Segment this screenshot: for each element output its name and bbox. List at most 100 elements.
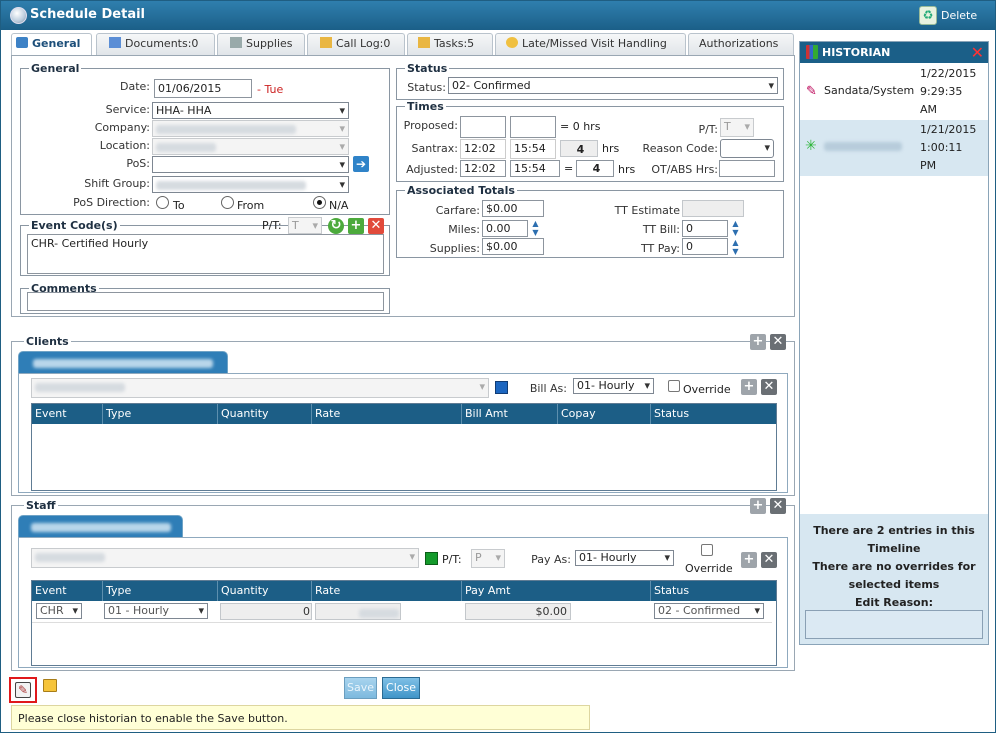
tt-bill-label: TT Bill: <box>642 223 680 236</box>
reason-code-select[interactable] <box>720 139 774 158</box>
carfare-field[interactable]: $0.00 <box>482 200 544 217</box>
staff-override-label: Override <box>685 562 733 575</box>
recycle-bin-icon[interactable]: ♻ <box>919 6 937 25</box>
status-select[interactable]: 02- Confirmed <box>448 77 778 94</box>
proposed-end-field[interactable] <box>510 116 556 138</box>
shift-group-select[interactable] <box>152 176 349 193</box>
tab-late-missed[interactable]: Late/Missed Visit Handling <box>495 33 686 55</box>
location-select[interactable] <box>152 138 349 155</box>
direction-na-radio[interactable] <box>313 196 326 209</box>
arrow-right-icon[interactable]: ➔ <box>353 156 369 172</box>
historian-entry[interactable]: ✎ Sandata/System 1/22/2015 9:29:35 AM <box>800 65 988 120</box>
tt-pay-spinner-icon[interactable]: ▲ ▼ <box>730 238 741 257</box>
staff-row-status-select[interactable]: 02 - Confirmed <box>654 603 764 619</box>
otabs-field[interactable] <box>719 160 775 177</box>
tab-call-log[interactable]: Call Log:0 <box>307 33 405 55</box>
add-event-button[interactable]: + <box>348 218 364 234</box>
client-col-status[interactable]: Status <box>650 404 689 424</box>
times-pt-select[interactable]: T <box>720 118 754 137</box>
client-col-bill-amt[interactable]: Bill Amt <box>461 404 508 424</box>
proposed-start-field[interactable] <box>460 116 506 138</box>
client-override-checkbox[interactable] <box>668 380 680 392</box>
remove-staff-button[interactable]: ✕ <box>770 498 786 514</box>
staff-tab[interactable] <box>18 515 183 537</box>
delete-button[interactable]: Delete <box>941 9 977 22</box>
add-staff-line-button[interactable]: + <box>741 552 757 568</box>
tt-pay-field[interactable]: 0 <box>682 238 728 255</box>
company-select[interactable] <box>152 120 349 137</box>
adjusted-start-field[interactable]: 12:02 <box>460 160 506 177</box>
staff-override-checkbox[interactable] <box>701 544 713 556</box>
remove-event-button[interactable]: ✕ <box>368 218 384 234</box>
tab-authorizations[interactable]: Authorizations <box>688 33 794 55</box>
historian-panel: HISTORIAN ✕ ✎ Sandata/System 1/22/2015 9… <box>799 41 989 645</box>
client-col-rate[interactable]: Rate <box>311 404 340 424</box>
client-select[interactable] <box>31 378 489 398</box>
proposed-label: Proposed: <box>403 119 458 132</box>
refresh-icon[interactable]: ↻ <box>328 218 344 234</box>
staff-col-status[interactable]: Status <box>650 581 689 601</box>
date-field[interactable]: 01/06/2015 <box>154 79 252 98</box>
staff-select[interactable] <box>31 548 419 568</box>
bill-as-select[interactable]: 01- Hourly <box>573 378 654 394</box>
miles-spinner-icon[interactable]: ▲ ▼ <box>530 219 541 238</box>
staff-row-event-select[interactable]: CHR <box>36 603 82 619</box>
add-staff-button[interactable]: + <box>750 498 766 514</box>
event-code-item[interactable]: CHR- Certified Hourly <box>31 236 383 252</box>
adjusted-hours-field[interactable]: 4 <box>576 160 614 177</box>
staff-row-pay-amt-field[interactable]: $0.00 <box>465 603 571 620</box>
tt-bill-spinner-icon[interactable]: ▲ ▼ <box>730 219 741 238</box>
pos-select[interactable] <box>152 156 349 173</box>
staff-section: Staff + ✕ P/T: P Pay As: 01- Hourly Over… <box>11 498 795 671</box>
santrax-start-field[interactable]: 12:02 <box>460 139 506 159</box>
client-col-quantity[interactable]: Quantity <box>217 404 269 424</box>
staff-row-rate-field[interactable] <box>315 603 401 620</box>
add-client-line-button[interactable]: + <box>741 379 757 395</box>
event-pt-select[interactable]: T <box>288 217 322 234</box>
remove-staff-line-button[interactable]: ✕ <box>761 552 777 568</box>
close-historian-icon[interactable]: ✕ <box>971 42 984 63</box>
staff-col-pay-amt[interactable]: Pay Amt <box>461 581 510 601</box>
add-client-button[interactable]: + <box>750 334 766 350</box>
pencil-icon: ✎ <box>806 84 817 99</box>
historian-entry-selected[interactable]: ✳ 1/21/2015 1:00:11 PM <box>800 120 988 176</box>
save-button[interactable]: Save <box>344 677 377 699</box>
tt-bill-field[interactable]: 0 <box>682 220 728 237</box>
santrax-end-field[interactable]: 15:54 <box>510 139 556 159</box>
clients-title: Clients <box>24 335 71 348</box>
sticky-note-icon[interactable] <box>43 679 57 692</box>
staff-row-quantity-field[interactable]: 0 <box>220 603 312 620</box>
tab-general[interactable]: General <box>11 33 92 56</box>
historian-user-blurred <box>824 142 902 151</box>
service-select[interactable]: HHA- HHA <box>152 102 349 119</box>
tab-documents[interactable]: Documents:0 <box>96 33 215 55</box>
comments-textarea[interactable] <box>27 292 384 311</box>
pay-as-select[interactable]: 01- Hourly <box>575 550 674 566</box>
historian-title: HISTORIAN <box>822 46 891 59</box>
direction-to-radio[interactable] <box>156 196 169 209</box>
tab-supplies[interactable]: Supplies <box>217 33 305 55</box>
tab-tasks[interactable]: Tasks:5 <box>407 33 493 55</box>
staff-col-quantity[interactable]: Quantity <box>217 581 269 601</box>
staff-col-event[interactable]: Event <box>32 581 67 601</box>
adjusted-end-field[interactable]: 15:54 <box>510 160 560 177</box>
historian-toggle-button[interactable]: ✎ <box>9 677 37 703</box>
client-tab[interactable] <box>18 351 228 373</box>
remove-client-line-button[interactable]: ✕ <box>761 379 777 395</box>
edit-reason-textarea[interactable] <box>805 610 983 639</box>
client-col-copay[interactable]: Copay <box>557 404 596 424</box>
client-col-type[interactable]: Type <box>102 404 131 424</box>
staff-col-type[interactable]: Type <box>102 581 131 601</box>
summary-line: selected items <box>848 578 940 591</box>
miles-field[interactable]: 0.00 <box>482 220 528 237</box>
staff-pt-select[interactable]: P <box>471 549 505 568</box>
event-code-list[interactable]: CHR- Certified Hourly <box>27 234 384 274</box>
client-col-event[interactable]: Event <box>32 404 67 424</box>
staff-row-type-select[interactable]: 01 - Hourly <box>104 603 208 619</box>
remove-client-button[interactable]: ✕ <box>770 334 786 350</box>
close-button[interactable]: Close <box>382 677 420 699</box>
supplies-total-field[interactable]: $0.00 <box>482 238 544 255</box>
direction-from-radio[interactable] <box>221 196 234 209</box>
staff-col-rate[interactable]: Rate <box>311 581 340 601</box>
staff-color-swatch <box>425 552 438 565</box>
